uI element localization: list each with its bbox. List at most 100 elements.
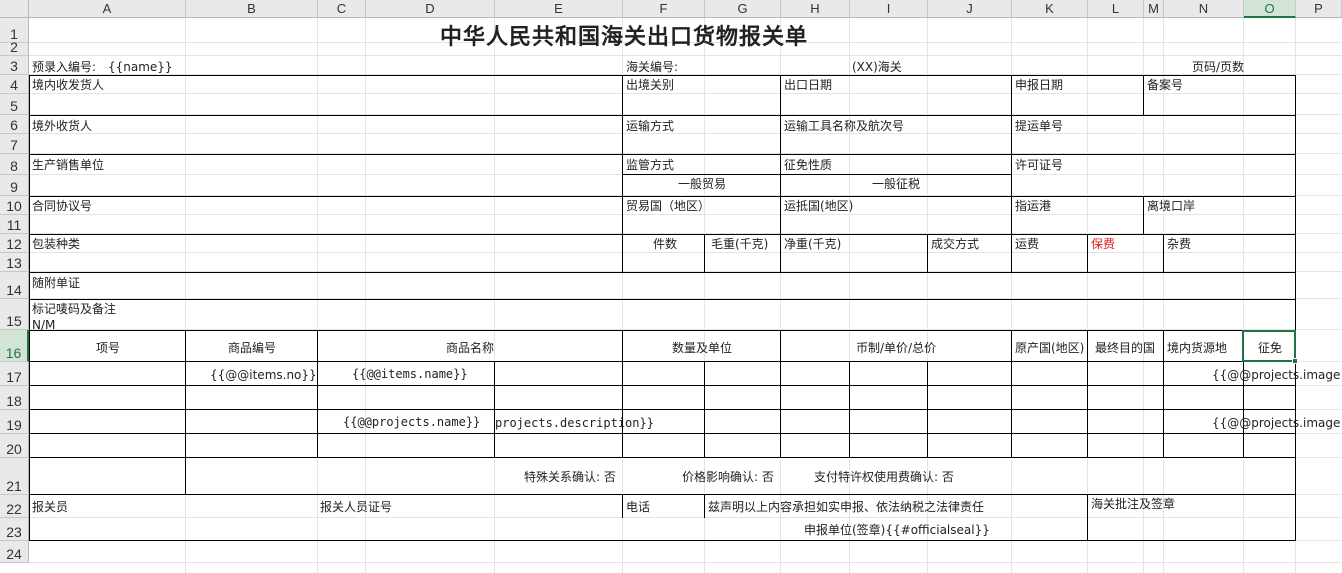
- gross-weight-label: 毛重(千克): [711, 237, 769, 251]
- royalty-confirm: 支付特许权使用费确认: 否: [814, 470, 954, 484]
- form-border: [622, 330, 623, 458]
- currency-price-header: 币制/单价/总价: [856, 341, 937, 355]
- customs-no-label: 海关编号:: [626, 60, 679, 74]
- column-header-l[interactable]: L: [1088, 0, 1144, 18]
- producer-label: 生产销售单位: [32, 158, 105, 172]
- form-border: [29, 540, 1296, 541]
- grid-line: [29, 214, 1342, 215]
- form-border: [1143, 75, 1144, 116]
- declaring-unit-seal: 申报单位(签章){{#officialseal}}: [804, 523, 990, 537]
- column-header-h[interactable]: H: [781, 0, 850, 18]
- row-header-9[interactable]: 9: [0, 175, 29, 196]
- row-header-18[interactable]: 18: [0, 386, 29, 410]
- row-header-7[interactable]: 7: [0, 134, 29, 154]
- select-all-corner[interactable]: [0, 0, 29, 18]
- form-border: [1087, 494, 1088, 541]
- form-border: [29, 299, 1296, 300]
- export-date-label: 出口日期: [784, 78, 833, 92]
- column-header-a[interactable]: A: [29, 0, 186, 18]
- form-border: [185, 457, 186, 495]
- column-header-p[interactable]: P: [1296, 0, 1342, 18]
- fill-handle[interactable]: [1292, 358, 1298, 364]
- row-header-24[interactable]: 24: [0, 541, 29, 563]
- row-header-17[interactable]: 17: [0, 362, 29, 386]
- customs-approval-label: 海关批注及签章: [1091, 497, 1176, 511]
- form-border: [1143, 196, 1144, 235]
- grid-line: [365, 18, 366, 573]
- supervision-mode-label: 监管方式: [626, 158, 675, 172]
- form-border: [622, 494, 623, 518]
- column-header-m[interactable]: M: [1144, 0, 1164, 18]
- row-header-12[interactable]: 12: [0, 234, 29, 253]
- row-header-10[interactable]: 10: [0, 196, 29, 215]
- form-border: [1087, 330, 1088, 458]
- grid-line: [29, 252, 1342, 253]
- column-header-i[interactable]: I: [850, 0, 928, 18]
- row-header-16[interactable]: 16: [0, 330, 29, 362]
- grid-line: [927, 18, 928, 573]
- marks-remarks-label: 标记唛码及备注: [32, 302, 117, 316]
- row-header-19[interactable]: 19: [0, 410, 29, 434]
- form-border: [317, 330, 318, 458]
- column-header-f[interactable]: F: [623, 0, 705, 18]
- row-header-23[interactable]: 23: [0, 518, 29, 541]
- domestic-shipper-label: 境内收发货人: [32, 78, 105, 92]
- grid-line: [494, 18, 495, 573]
- form-border: [29, 272, 1296, 273]
- row-header-15[interactable]: 15: [0, 299, 29, 330]
- documents-label: 随附单证: [32, 276, 81, 290]
- row-header-4[interactable]: 4: [0, 75, 29, 94]
- column-header-c[interactable]: C: [318, 0, 366, 18]
- row-header-3[interactable]: 3: [0, 56, 29, 75]
- row-header-8[interactable]: 8: [0, 154, 29, 175]
- overseas-consignee-label: 境外收货人: [32, 119, 93, 133]
- form-border: [29, 385, 1296, 386]
- exit-port-bordered-label: 离境口岸: [1147, 199, 1196, 213]
- row-header-20[interactable]: 20: [0, 434, 29, 458]
- row-header-2[interactable]: 2: [0, 39, 29, 56]
- pieces-label: 件数: [653, 237, 678, 251]
- grid-line: [29, 55, 1342, 56]
- column-header-n[interactable]: N: [1164, 0, 1244, 18]
- form-border: [927, 234, 928, 273]
- column-header-e[interactable]: E: [495, 0, 623, 18]
- column-header-b[interactable]: B: [186, 0, 318, 18]
- form-border: [29, 75, 30, 541]
- column-header-k[interactable]: K: [1012, 0, 1088, 18]
- column-header-j[interactable]: J: [928, 0, 1012, 18]
- customs-name: (XX)海关: [852, 60, 902, 74]
- row-header-13[interactable]: 13: [0, 253, 29, 272]
- form-title: 中华人民共和国海关出口货物报关单: [440, 25, 809, 50]
- form-border: [29, 457, 1296, 458]
- form-border: [494, 361, 495, 458]
- row-header-6[interactable]: 6: [0, 115, 29, 134]
- form-border: [704, 361, 705, 458]
- package-type-label: 包装种类: [32, 237, 81, 251]
- price-influence-confirm: 价格影响确认: 否: [682, 470, 774, 484]
- selected-cell-o16[interactable]: [1242, 330, 1296, 362]
- row-header-22[interactable]: 22: [0, 495, 29, 518]
- form-border: [29, 154, 1296, 155]
- item-no-header: 项号: [96, 341, 121, 355]
- levy-nature-value: 一般征税: [872, 177, 921, 191]
- row-header-21[interactable]: 21: [0, 458, 29, 495]
- column-header-d[interactable]: D: [366, 0, 495, 18]
- form-border: [29, 494, 1296, 495]
- grid-line: [317, 18, 318, 573]
- form-border: [622, 174, 1012, 175]
- grid-line: [29, 133, 1342, 134]
- vessel-voyage-label: 运输工具名称及航次号: [784, 119, 905, 133]
- column-header-o[interactable]: O: [1244, 0, 1296, 18]
- row-header-14[interactable]: 14: [0, 272, 29, 299]
- grid-line: [1163, 18, 1164, 573]
- grid-line: [29, 93, 1342, 94]
- origin-country-header: 原产国(地区): [1015, 341, 1085, 355]
- pre-entry-label: 预录入编号:: [32, 60, 97, 74]
- projects-name-placeholder: {{@@projects.name}}: [343, 415, 481, 429]
- form-border: [29, 196, 1296, 197]
- row-header-11[interactable]: 11: [0, 215, 29, 234]
- record-no-label: 备案号: [1147, 78, 1184, 92]
- row-header-5[interactable]: 5: [0, 94, 29, 115]
- column-header-g[interactable]: G: [705, 0, 781, 18]
- form-border: [29, 234, 1296, 235]
